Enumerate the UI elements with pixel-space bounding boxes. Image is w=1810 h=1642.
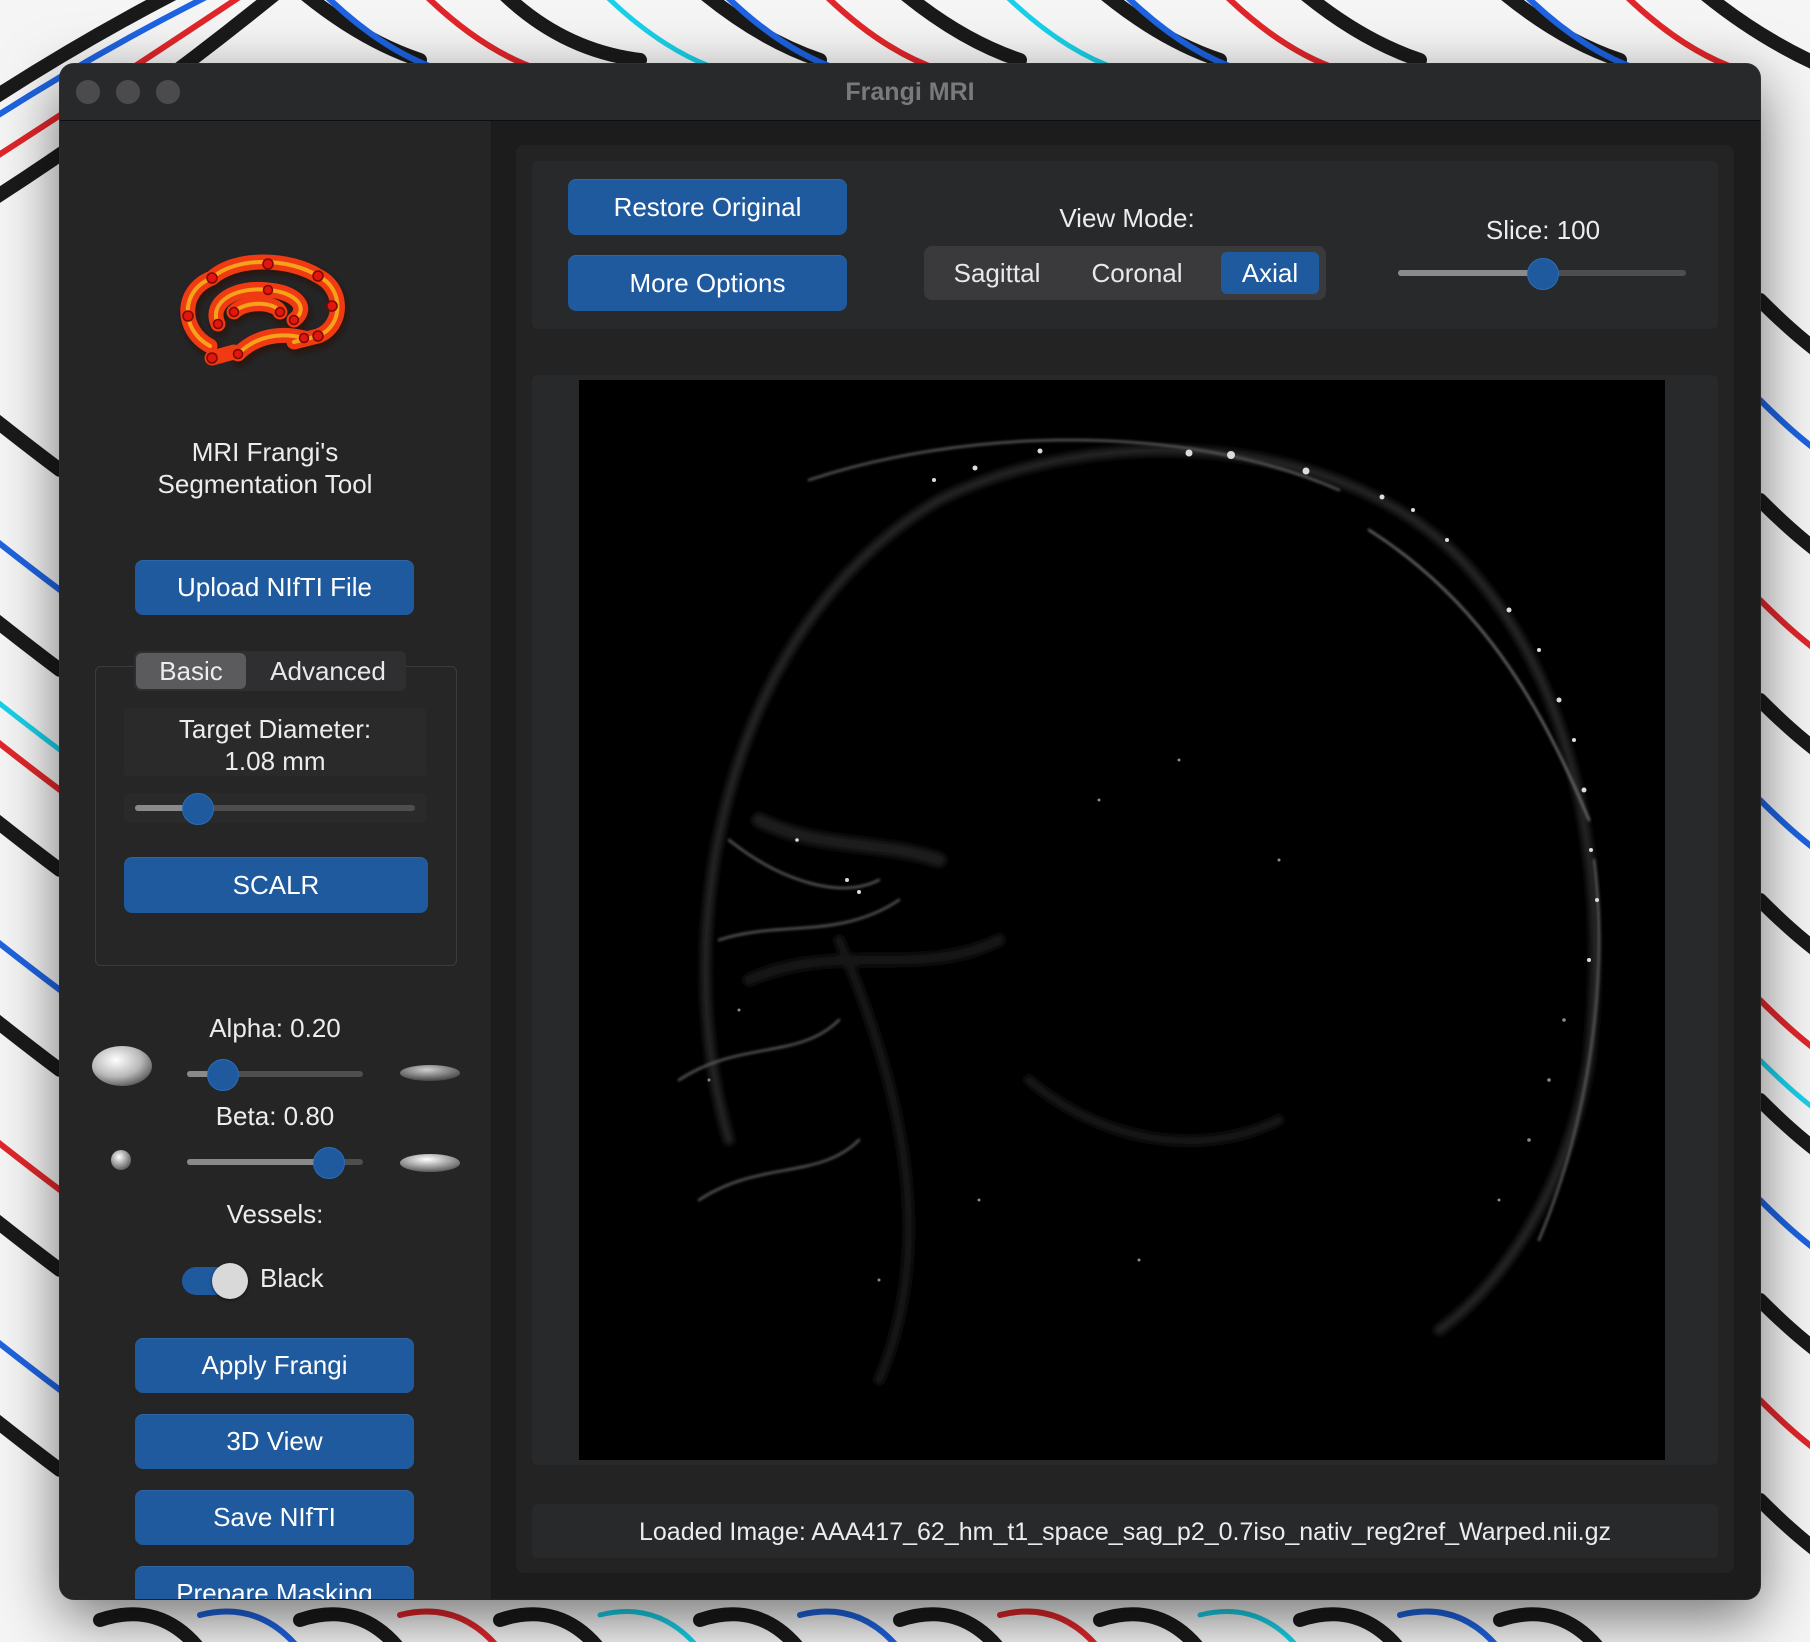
target-diameter-label: Target Diameter: bbox=[178, 714, 372, 744]
target-diameter-slider[interactable] bbox=[135, 793, 415, 825]
tab-advanced[interactable]: Advanced bbox=[254, 653, 402, 689]
more-options-button[interactable]: More Options bbox=[568, 255, 847, 311]
vessels-value: Black bbox=[260, 1263, 324, 1293]
restore-original-button[interactable]: Restore Original bbox=[568, 179, 847, 235]
vessels-toggle[interactable] bbox=[182, 1263, 248, 1299]
vessels-toggle-knob bbox=[212, 1263, 248, 1299]
alpha-label: Alpha: 0.20 bbox=[209, 1013, 341, 1043]
tab-basic[interactable]: Basic bbox=[136, 653, 246, 689]
3d-view-button[interactable]: 3D View bbox=[135, 1414, 414, 1469]
slice-slider-thumb[interactable] bbox=[1527, 258, 1559, 290]
tab-bar: Basic Advanced bbox=[134, 651, 406, 691]
target-diameter-value: 1.08 mm bbox=[224, 746, 326, 776]
app-name-line-2: Segmentation Tool bbox=[157, 469, 373, 499]
scalr-button[interactable]: SCALR bbox=[124, 857, 428, 913]
view-mode-coronal[interactable]: Coronal bbox=[1070, 252, 1204, 294]
mri-slice-image[interactable] bbox=[579, 380, 1665, 1460]
view-mode-segmented-control: Sagittal Coronal Axial bbox=[924, 246, 1326, 300]
image-viewer-panel bbox=[532, 375, 1718, 1465]
apply-frangi-button[interactable]: Apply Frangi bbox=[135, 1338, 414, 1393]
window-title: Frangi MRI bbox=[845, 78, 975, 106]
app-name-line-1: MRI Frangi's bbox=[191, 437, 339, 467]
title-bar: Frangi MRI bbox=[60, 64, 1760, 121]
beta-label: Beta: 0.80 bbox=[215, 1101, 335, 1131]
view-mode-label: View Mode: bbox=[1059, 203, 1195, 233]
beta-slider-fill bbox=[187, 1159, 328, 1165]
slice-slider-fill bbox=[1398, 270, 1542, 276]
beta-slider[interactable] bbox=[187, 1147, 363, 1179]
app-name: MRI Frangi's Segmentation Tool bbox=[60, 436, 470, 500]
small-sphere-icon bbox=[111, 1150, 131, 1170]
toolbar: Restore Original More Options View Mode:… bbox=[532, 161, 1718, 329]
sidebar: MRI Frangi's Segmentation Tool Upload NI… bbox=[60, 121, 492, 1599]
slice-label: Slice: 100 bbox=[1485, 215, 1601, 245]
elongated-ellipsoid-icon bbox=[400, 1154, 460, 1172]
vessels-label: Vessels: bbox=[226, 1199, 324, 1229]
alpha-slider[interactable] bbox=[187, 1059, 363, 1091]
prepare-masking-button[interactable]: Prepare Masking bbox=[135, 1566, 414, 1599]
alpha-slider-thumb[interactable] bbox=[207, 1059, 240, 1091]
status-bar: Loaded Image: AAA417_62_hm_t1_space_sag_… bbox=[532, 1504, 1718, 1558]
brain-icon bbox=[180, 254, 348, 367]
view-mode-sagittal[interactable]: Sagittal bbox=[930, 252, 1064, 294]
target-diameter-readout: Target Diameter: 1.08 mm bbox=[124, 713, 426, 777]
save-nifti-button[interactable]: Save NIfTI bbox=[135, 1490, 414, 1545]
loaded-image-label: Loaded Image: AAA417_62_hm_t1_space_sag_… bbox=[639, 1518, 1611, 1546]
view-mode-axial[interactable]: Axial bbox=[1221, 252, 1319, 294]
target-diameter-slider-thumb[interactable] bbox=[181, 793, 214, 825]
beta-slider-thumb[interactable] bbox=[312, 1147, 345, 1179]
sphere-shape-icon bbox=[92, 1046, 152, 1086]
flat-disc-icon bbox=[400, 1065, 460, 1081]
main-area: Restore Original More Options View Mode:… bbox=[492, 121, 1760, 1599]
slice-slider[interactable] bbox=[1398, 258, 1686, 290]
app-window: Frangi MRI MRI Frangi's Segmentation Too… bbox=[60, 64, 1760, 1599]
upload-nifti-button[interactable]: Upload NIfTI File bbox=[135, 560, 414, 615]
